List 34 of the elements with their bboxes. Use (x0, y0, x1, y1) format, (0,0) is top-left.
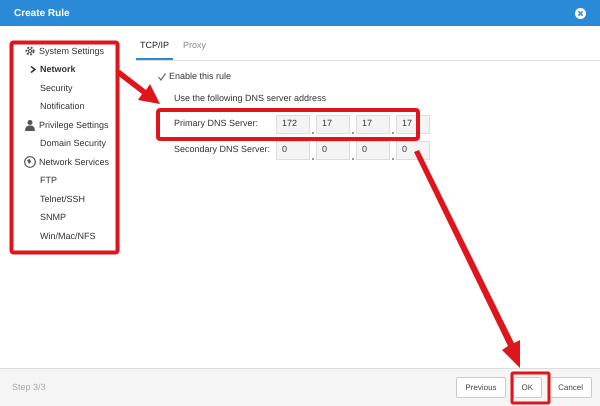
footer-button[interactable]: OK (512, 377, 542, 398)
input-field[interactable]: 172 (276, 114, 310, 134)
sidebar-item[interactable]: Network (24, 60, 122, 79)
sidebar-group[interactable]: Network Services (39, 156, 110, 169)
sidebar-item[interactable]: Notification (24, 98, 122, 116)
sidebar-group[interactable]: Privilege Settings (39, 118, 109, 132)
sidebar-group[interactable]: System Settings (39, 44, 104, 58)
checkbox[interactable] (158, 72, 166, 80)
close-icon[interactable] (575, 8, 586, 18)
tab[interactable]: Proxy (179, 34, 210, 60)
footer-button[interactable]: Previous (456, 377, 506, 398)
field-label: Secondary DNS Server: (174, 143, 272, 156)
sidebar-item[interactable]: Domain Security (24, 134, 122, 153)
input-field[interactable]: 17 (356, 114, 390, 134)
chevron-icon (30, 66, 36, 74)
tab[interactable]: TCP/IP (136, 34, 174, 60)
sidebar-item[interactable]: Telnet/SSH (24, 190, 122, 208)
section-label: Use the following DNS server address (173, 92, 328, 105)
input-field[interactable]: 0 (316, 140, 350, 160)
sidebar-item[interactable]: Win/Mac/NFS (24, 227, 122, 246)
field-label: Primary DNS Server: (174, 117, 260, 130)
window-title: Create Rule (14, 6, 70, 20)
footer-button[interactable]: Cancel (549, 377, 592, 398)
sidebar-item[interactable]: Security (24, 79, 122, 98)
input-field[interactable]: 17 (316, 114, 350, 134)
input-field[interactable]: 0 (356, 140, 390, 160)
input-field[interactable]: 0 (276, 140, 310, 160)
sidebar-item[interactable]: SNMP (24, 208, 122, 227)
gear-icon (24, 45, 36, 58)
person-icon (24, 119, 36, 132)
step-label: Step 3/3 (12, 380, 46, 394)
globe-icon (24, 156, 36, 168)
checkbox-label: Enable this rule (169, 70, 232, 83)
sidebar-item[interactable]: FTP (24, 172, 122, 190)
